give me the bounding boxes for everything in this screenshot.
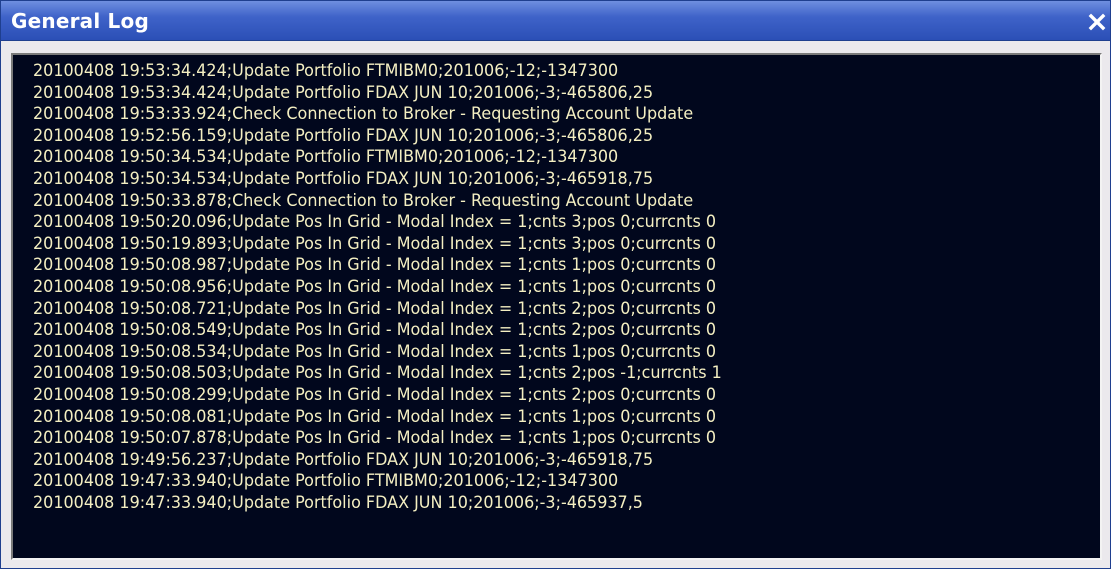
log-line: 20100408 19:53:34.424;Update Portfolio F… (33, 61, 619, 81)
log-line: 20100408 19:50:19.893;Update Pos In Grid… (33, 233, 717, 254)
log-line: 20100408 19:50:07.878;Update Pos In Grid… (33, 428, 717, 449)
close-button[interactable] (1088, 13, 1106, 31)
close-icon (1088, 13, 1106, 31)
log-line: 20100408 19:50:08.299;Update Pos In Grid… (33, 384, 717, 405)
log-panel[interactable]: 20100408 19:53:34.424;Update Portfolio F… (11, 53, 1102, 560)
log-line: 20100408 19:50:34.534;Update Portfolio F… (33, 147, 619, 168)
general-log-window: General Log 20100408 19:53:34.424;Update… (0, 0, 1111, 569)
log-line: 20100408 19:50:08.503;Update Pos In Grid… (33, 363, 722, 384)
log-line: 20100408 19:50:08.721;Update Pos In Grid… (33, 298, 717, 319)
window-title: General Log (11, 9, 149, 33)
log-line: 20100408 19:49:56.237;Update Portfolio F… (33, 449, 654, 470)
log-line: 20100408 19:50:08.549;Update Pos In Grid… (33, 320, 717, 341)
log-line: 20100408 19:53:33.924;Check Connection t… (33, 104, 694, 125)
log-line: 20100408 19:50:08.534;Update Pos In Grid… (33, 341, 717, 362)
log-line: 20100408 19:50:34.534;Update Portfolio F… (33, 168, 654, 189)
log-line: 20100408 19:50:08.987;Update Pos In Grid… (33, 255, 717, 276)
log-line: 20100408 19:53:34.424;Update Portfolio F… (33, 82, 654, 103)
log-line: 20100408 19:52:56.159;Update Portfolio F… (33, 125, 654, 146)
log-list: 20100408 19:53:34.424;Update Portfolio F… (33, 61, 766, 514)
title-bar[interactable]: General Log (1, 1, 1110, 41)
log-line: 20100408 19:50:08.956;Update Pos In Grid… (33, 276, 717, 297)
log-line: 20100408 19:50:20.096;Update Pos In Grid… (33, 212, 717, 233)
log-line: 20100408 19:47:33.940;Update Portfolio F… (33, 471, 619, 492)
log-line: 20100408 19:50:08.081;Update Pos In Grid… (33, 406, 717, 427)
log-line: 20100408 19:47:33.940;Update Portfolio F… (33, 492, 643, 513)
log-line: 20100408 19:50:33.878;Check Connection t… (33, 190, 694, 211)
